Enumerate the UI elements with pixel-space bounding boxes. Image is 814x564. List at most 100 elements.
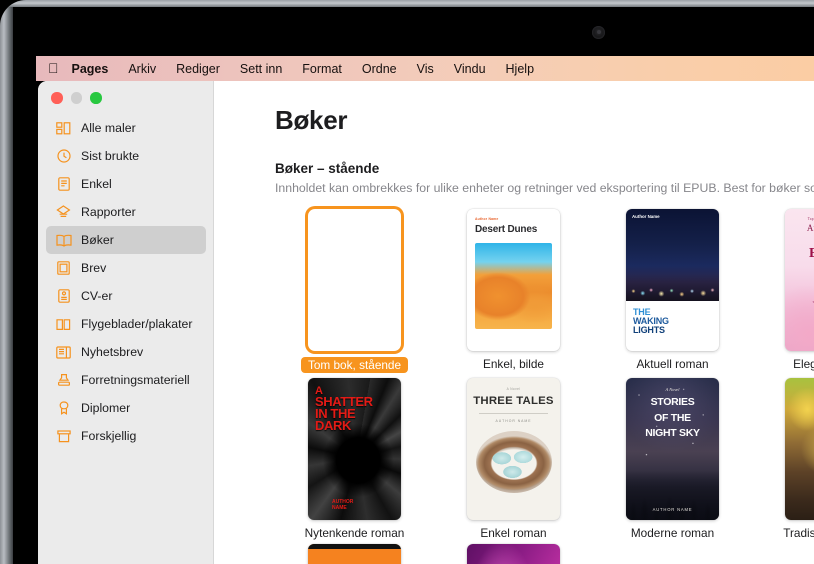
cover-title-line-4: DARK — [315, 418, 351, 434]
sidebar-item-rapporter[interactable]: Rapporter — [46, 198, 206, 226]
template-thumbnail[interactable] — [275, 540, 434, 564]
cover-author-line-2: NAME — [332, 504, 347, 511]
template-thumbnail[interactable]: Tap or click to add a heading Author Nam… — [752, 205, 814, 355]
sidebar-item-label: CV-er — [81, 289, 113, 303]
sidebar-item-diplomer[interactable]: Diplomer — [46, 394, 206, 422]
sidebar-item-label: Rapporter — [81, 205, 136, 219]
template-thumbnail[interactable]: A Novel THREE TALES AUTHOR NAME — [434, 374, 593, 524]
cover-title-line-1: The — [785, 385, 814, 394]
template-label: Moderne roman — [630, 526, 715, 540]
device-left-edge — [0, 0, 13, 564]
template-grid-row-partial — [275, 540, 814, 564]
sidebar-item-label: Alle maler — [81, 121, 136, 135]
menu-item-sett-inn[interactable]: Sett inn — [240, 62, 282, 76]
menu-item-pages[interactable]: Pages — [72, 62, 109, 76]
template-thumbnail[interactable]: A SHATTER IN THE DARK AUTHOR NAME — [275, 374, 434, 524]
newsletter-icon — [55, 344, 72, 361]
menu-item-hjelp[interactable]: Hjelp — [506, 62, 535, 76]
business-stamp-icon — [55, 372, 72, 389]
cover-photo-forest-silhouette — [626, 470, 719, 520]
minimize-button[interactable] — [70, 92, 82, 104]
cover-author: AUTHOR NAME — [652, 507, 693, 512]
menu-item-rediger[interactable]: Rediger — [176, 62, 220, 76]
close-button[interactable] — [51, 92, 63, 104]
template-grid-row: A SHATTER IN THE DARK AUTHOR NAME Nytenk… — [275, 374, 814, 540]
sidebar-item-sist-brukte[interactable]: Sist brukte — [46, 142, 206, 170]
resume-icon — [55, 288, 72, 305]
pages-template-chooser-window: Alle maler Sist brukte Enkel Rapporter B… — [38, 81, 814, 564]
template-card-partial-purple[interactable] — [434, 540, 593, 564]
sidebar-item-alle-maler[interactable]: Alle maler — [46, 114, 206, 142]
sidebar-item-label: Sist brukte — [81, 149, 140, 163]
book-cover-desert-dunes: Author Name Desert Dunes — [467, 209, 560, 351]
sidebar-item-nyhetsbrev[interactable]: Nyhetsbrev — [46, 338, 206, 366]
template-card-enkel-bilde[interactable]: Author Name Desert Dunes Enkel, bilde — [434, 205, 593, 374]
template-card-partial-orange[interactable] — [275, 540, 434, 564]
template-thumbnail[interactable] — [275, 205, 434, 355]
document-icon — [55, 176, 72, 193]
menu-item-format[interactable]: Format — [302, 62, 342, 76]
template-thumbnail[interactable]: Author Name Desert Dunes — [434, 205, 593, 355]
template-thumbnail[interactable] — [434, 540, 593, 564]
cover-title-line-3: NIGHT SKY — [645, 427, 700, 439]
cover-title-line-2: Shine — [785, 275, 814, 289]
template-card-aktuell-roman[interactable]: Author Name THE WAKING LIGHTS Aktuell ro… — [593, 205, 752, 374]
template-label: Tom bok, stående — [300, 357, 409, 373]
book-cover-partial-orange — [308, 544, 401, 564]
template-label: Tradisjonell roman — [783, 526, 814, 540]
template-thumbnail[interactable]: The Seasons of Paris Author Name — [752, 374, 814, 524]
apple-menu-icon[interactable]:  — [48, 61, 59, 75]
template-card-nytenkende-roman[interactable]: A SHATTER IN THE DARK AUTHOR NAME Nytenk… — [275, 374, 434, 540]
sidebar-item-enkel[interactable]: Enkel — [46, 170, 206, 198]
laptop-device-frame:  Pages Arkiv Rediger Sett inn Format Or… — [0, 0, 814, 564]
cover-photo-nest-eggs — [475, 431, 552, 493]
book-cover-the-waking-lights: Author Name THE WAKING LIGHTS — [626, 209, 719, 351]
template-card-moderne-roman[interactable]: A Novel STORIES OF THE NIGHT SKY AUTHOR … — [593, 374, 752, 540]
cover-title: THE WAKING LIGHTS — [626, 301, 719, 336]
sidebar-item-brev[interactable]: Brev — [46, 254, 206, 282]
device-top-edge — [0, 0, 814, 7]
menu-item-ordne[interactable]: Ordne — [362, 62, 397, 76]
macos-menu-bar:  Pages Arkiv Rediger Sett inn Format Or… — [36, 56, 814, 81]
book-cover-three-tales: A Novel THREE TALES AUTHOR NAME — [467, 378, 560, 520]
sidebar-item-label: Forskjellig — [81, 429, 137, 443]
sidebar-item-forskjellig[interactable]: Forskjellig — [46, 422, 206, 450]
sidebar-item-forretningsmateriell[interactable]: Forretningsmateriell — [46, 366, 206, 394]
menu-item-vis[interactable]: Vis — [417, 62, 434, 76]
book-cover-stories-of-the-night-sky: A Novel STORIES OF THE NIGHT SKY AUTHOR … — [626, 378, 719, 520]
template-thumbnail[interactable]: A Novel STORIES OF THE NIGHT SKY AUTHOR … — [593, 374, 752, 524]
sidebar-item-boker[interactable]: Bøker — [46, 226, 206, 254]
sidebar-item-label: Forretningsmateriell — [81, 373, 190, 387]
page-title: Bøker — [275, 105, 348, 135]
book-cover-eternal-shine: Tap or click to add a heading Author Nam… — [785, 209, 814, 351]
template-label: Enkel roman — [480, 526, 547, 540]
bokeh-lights — [626, 275, 719, 301]
template-gallery: Bøker Bøker – stående Innholdet kan ombr… — [214, 81, 814, 564]
cover-title-line-2: OF THE — [654, 411, 691, 424]
template-card-tom-bok-staende[interactable]: Tom bok, stående — [275, 205, 434, 374]
cover-sub-top: A Novel — [665, 387, 680, 392]
sidebar-item-flygeblader-plakater[interactable]: Flygeblader/plakater — [46, 310, 206, 338]
menu-item-vindu[interactable]: Vindu — [454, 62, 486, 76]
all-templates-icon — [55, 120, 72, 137]
template-grid-row: Tom bok, stående Author Name Desert Dune… — [275, 205, 814, 374]
section-description: Innholdet kan ombrekkes for ulike enhete… — [275, 181, 814, 195]
cover-author: Author Name — [806, 223, 814, 233]
flyer-icon — [55, 316, 72, 333]
cover-title-line-3: of Paris — [785, 404, 814, 413]
section-title: Bøker – stående — [275, 161, 380, 176]
sidebar-item-cv-er[interactable]: CV-er — [46, 282, 206, 310]
menu-item-arkiv[interactable]: Arkiv — [128, 62, 156, 76]
template-card-enkel-roman[interactable]: A Novel THREE TALES AUTHOR NAME Enkel ro… — [434, 374, 593, 540]
zoom-button[interactable] — [90, 92, 102, 104]
book-cover-partial-purple — [467, 544, 560, 564]
template-thumbnail[interactable]: Author Name THE WAKING LIGHTS — [593, 205, 752, 355]
template-card-tradisjonell-roman[interactable]: The Seasons of Paris Author Name Tradisj… — [752, 374, 814, 540]
cover-subtitle-hint: Tap or click to add a subtitle — [785, 300, 814, 304]
cover-author: Author Name — [632, 214, 660, 219]
sidebar-item-label: Nyhetsbrev — [81, 345, 144, 359]
template-card-elegant-roman[interactable]: Tap or click to add a heading Author Nam… — [752, 205, 814, 374]
cover-author: AUTHOR NAME — [332, 499, 353, 511]
template-category-sidebar: Alle maler Sist brukte Enkel Rapporter B… — [38, 81, 214, 564]
cover-title-line-2: Seasons — [785, 394, 814, 403]
